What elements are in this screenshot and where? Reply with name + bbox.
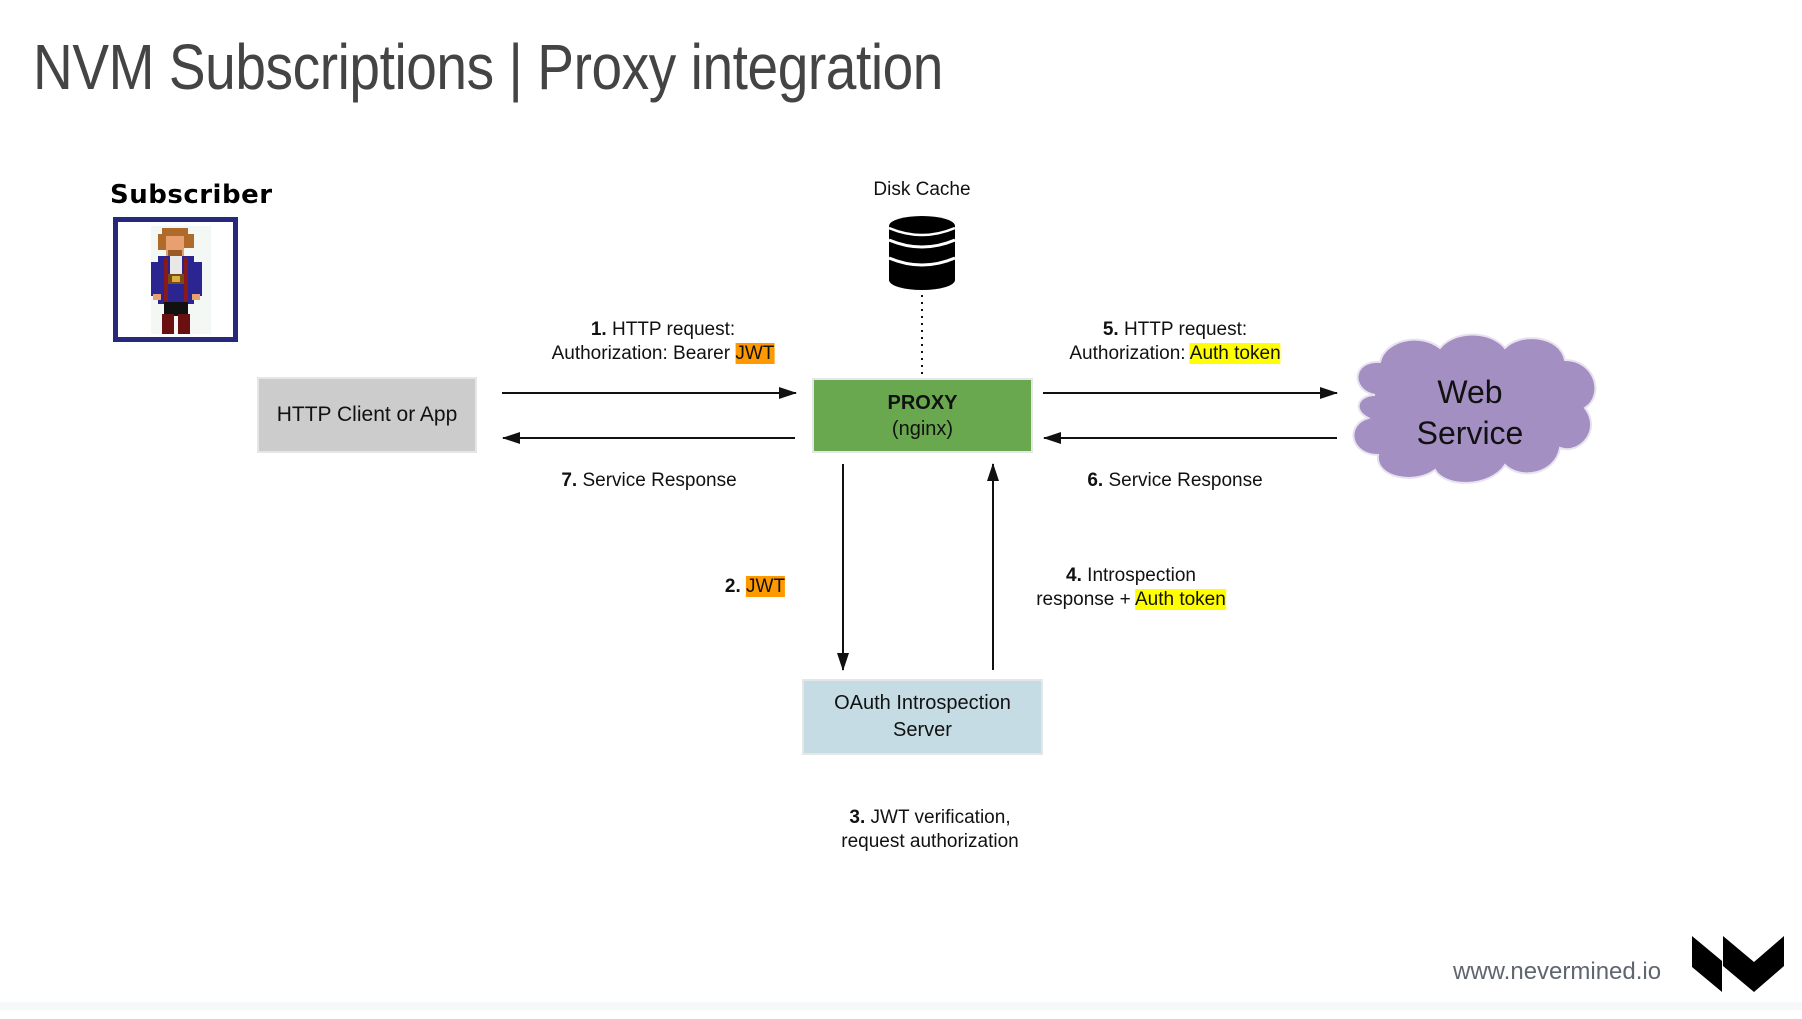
oauth-line2: Server: [893, 719, 952, 741]
step-7-label: 7. Service Response: [561, 469, 736, 493]
step-1-jwt-highlight: JWT: [735, 343, 775, 364]
web-service-line1: Web: [1437, 374, 1503, 410]
footer-url: www.nevermined.io: [1453, 958, 1662, 985]
database-icon: [888, 216, 956, 290]
step-1-line1: HTTP request:: [611, 319, 736, 340]
step-1-number: 1.: [590, 319, 607, 340]
step-7-text: Service Response: [582, 470, 737, 491]
http-client-label: HTTP Client or App: [276, 403, 458, 426]
nevermined-logo-icon: [1692, 936, 1784, 992]
disk-cache-label: Disk Cache: [873, 179, 971, 200]
step-4-line1: Introspection: [1087, 565, 1196, 586]
step-3-label: 3. JWT verification, request authorizati…: [841, 806, 1018, 854]
step-6-number: 6.: [1087, 470, 1104, 491]
proxy-title: PROXY: [887, 391, 958, 414]
step-1-label: 1. HTTP request: Authorization: Bearer J…: [552, 318, 775, 366]
step-3-number: 3.: [849, 807, 866, 828]
proxy-node: PROXY (nginx): [812, 378, 1033, 453]
oauth-line1: OAuth Introspection: [834, 692, 1011, 714]
step-2-label: 2. JWT: [724, 575, 786, 599]
step-6-text: Service Response: [1108, 470, 1263, 491]
step-5-label: 5. HTTP request: Authorization: Auth tok…: [1069, 318, 1281, 366]
step-3-line1: JWT verification,: [870, 807, 1011, 828]
step-2-jwt-highlight: JWT: [746, 576, 786, 597]
step-5-number: 5.: [1102, 319, 1119, 340]
step-4-line2: response +: [1036, 589, 1135, 610]
web-service-line2: Service: [1416, 415, 1524, 451]
step-7-number: 7.: [561, 470, 578, 491]
step-4-label: 4. Introspection response + Auth token: [1036, 564, 1226, 612]
step-4-auth-token-highlight: Auth token: [1134, 589, 1226, 610]
step-5-line2: Authorization:: [1069, 343, 1190, 364]
step-5-line1: HTTP request:: [1123, 319, 1248, 340]
proxy-subtitle: (nginx): [891, 417, 954, 440]
http-client-node: HTTP Client or App: [257, 377, 477, 453]
step-1-line2: Authorization: Bearer: [551, 343, 736, 364]
step-4-number: 4.: [1066, 565, 1082, 586]
web-service-label: Web Service: [1417, 372, 1524, 454]
step-3-line2: request authorization: [841, 831, 1019, 852]
connector-layer: [502, 216, 1784, 992]
bottom-strip: [0, 1002, 1802, 1010]
step-6-label: 6. Service Response: [1087, 469, 1262, 493]
step-5-auth-token-highlight: Auth token: [1189, 343, 1281, 364]
step-2-number: 2.: [724, 576, 741, 597]
oauth-introspection-node: OAuth Introspection Server: [802, 679, 1043, 755]
